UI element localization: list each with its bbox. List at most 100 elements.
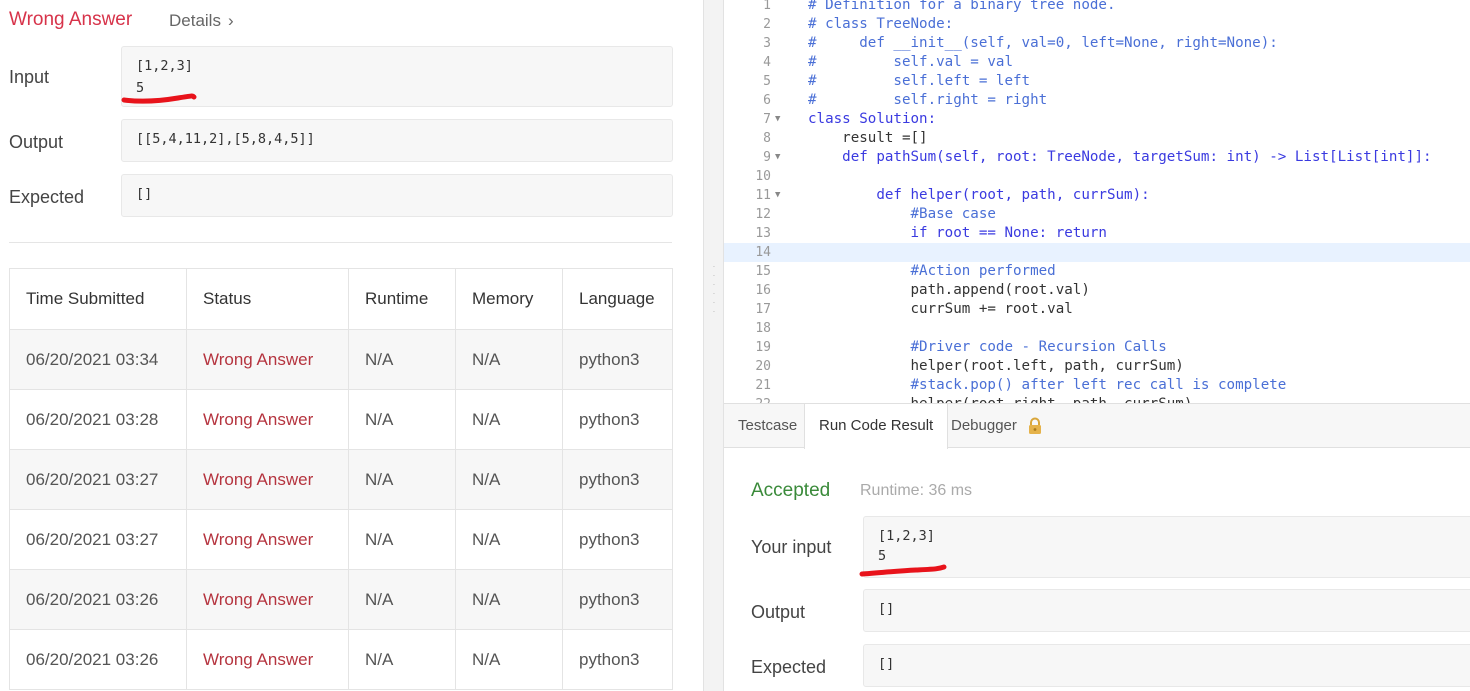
header-status[interactable]: Status [186,268,349,330]
lock-icon [1029,417,1042,435]
cell-time: 06/20/2021 03:27 [9,509,187,570]
line-number: 18 [755,321,771,336]
code-line[interactable]: 2 # class TreeNode: [724,15,1470,34]
header-time-submitted[interactable]: Time Submitted [9,268,187,330]
line-number: 17 [755,302,771,317]
header-language[interactable]: Language [562,268,673,330]
code-text: #stack.pop() after left rec call is comp… [808,377,1287,393]
code-line[interactable]: 10 [724,167,1470,186]
table-row[interactable]: 06/20/2021 03:27 Wrong Answer N/A N/A py… [9,449,673,510]
splitter-dots-icon[interactable]: · · · · · · [712,262,716,322]
code-line[interactable]: 11 ▼ def helper(root, path, currSum): [724,186,1470,205]
fold-toggle-icon[interactable]: ▼ [775,186,785,205]
code-text: #Driver code - Recursion Calls [808,339,1167,355]
tab-testcase[interactable]: Testcase [724,404,811,449]
your-input-label: Your input [751,537,832,557]
code-line[interactable]: 18 [724,319,1470,338]
code-line[interactable]: 13 if root == None: return [724,224,1470,243]
line-number: 4 [763,55,771,70]
cell-time: 06/20/2021 03:26 [9,629,187,690]
console-expected-value: [] [878,656,895,672]
table-row[interactable]: 06/20/2021 03:26 Wrong Answer N/A N/A py… [9,629,673,690]
cell-language: python3 [562,389,673,450]
console-panel: Testcase Run Code Result Debugger Accept… [724,403,1470,691]
table-row[interactable]: 06/20/2021 03:28 Wrong Answer N/A N/A py… [9,389,673,450]
code-line[interactable]: 5 # self.left = left [724,72,1470,91]
cell-language: python3 [562,569,673,630]
cell-time: 06/20/2021 03:28 [9,389,187,450]
cell-runtime: N/A [348,329,456,390]
line-number: 10 [755,169,771,184]
input-box: [1,2,3] 5 [121,46,673,107]
code-line[interactable]: 20 helper(root.left, path, currSum) [724,357,1470,376]
red-underline-annotation [859,564,947,577]
result-status-title: Wrong Answer [9,9,133,30]
cell-runtime: N/A [348,449,456,510]
line-number: 2 [763,17,771,32]
expected-box: [] [121,174,673,217]
tab-debugger-label: Debugger [951,417,1017,434]
code-line[interactable]: 21 #stack.pop() after left rec call is c… [724,376,1470,395]
cell-status-link[interactable]: Wrong Answer [186,449,349,510]
panel-splitter[interactable]: · · · · · · [703,0,724,691]
code-line[interactable]: 22 helper(root.right, path, currSum) [724,395,1470,403]
line-number: 14 [755,245,771,260]
cell-status-link[interactable]: Wrong Answer [186,329,349,390]
cell-status-link[interactable]: Wrong Answer [186,629,349,690]
line-number: 15 [755,264,771,279]
tab-run-code-result[interactable]: Run Code Result [804,404,949,449]
run-status: Accepted [751,480,831,501]
code-line[interactable]: 4 # self.val = val [724,53,1470,72]
code-text: result =[] [808,130,928,146]
code-line[interactable]: 1 # Definition for a binary tree node. [724,0,1470,15]
fold-toggle-icon[interactable]: ▼ [775,110,785,129]
code-text: # def __init__(self, val=0, left=None, r… [808,35,1278,51]
cell-time: 06/20/2021 03:26 [9,569,187,630]
code-text: if root == None: return [808,225,1107,241]
code-line[interactable]: 12 #Base case [724,205,1470,224]
code-line[interactable]: 19 #Driver code - Recursion Calls [724,338,1470,357]
code-text: # self.left = left [808,73,1031,89]
line-number: 21 [755,378,771,393]
code-line[interactable]: 17 currSum += root.val [724,300,1470,319]
code-editor[interactable]: 1 # Definition for a binary tree node. 2 # … [724,0,1470,403]
fold-toggle-icon[interactable]: ▼ [775,148,785,167]
code-text: # self.val = val [808,54,1013,70]
code-line[interactable]: 8 result =[] [724,129,1470,148]
code-line[interactable]: 7 ▼ class Solution: [724,110,1470,129]
code-line[interactable]: 9 ▼ def pathSum(self, root: TreeNode, tar… [724,148,1470,167]
code-text: helper(root.right, path, currSum) [808,395,1192,403]
table-row[interactable]: 06/20/2021 03:26 Wrong Answer N/A N/A py… [9,569,673,630]
header-runtime[interactable]: Runtime [348,268,456,330]
cell-memory: N/A [455,449,563,510]
input-line: 5 [136,80,145,96]
line-number: 6 [763,93,771,108]
console-expected-box: [] [863,644,1470,687]
red-underline-annotation [121,93,197,104]
code-line[interactable]: 16 path.append(root.val) [724,281,1470,300]
code-line[interactable]: 3 # def __init__(self, val=0, left=None, … [724,34,1470,53]
line-number: 22 [724,395,771,403]
chevron-right-icon[interactable]: › [228,11,234,31]
header-memory[interactable]: Memory [455,268,563,330]
table-row[interactable]: 06/20/2021 03:27 Wrong Answer N/A N/A py… [9,509,673,570]
output-label: Output [9,132,64,152]
code-line[interactable]: 6 # self.right = right [724,91,1470,110]
console-output-value: [] [878,601,895,617]
cell-memory: N/A [455,329,563,390]
cell-status-link[interactable]: Wrong Answer [186,569,349,630]
cell-language: python3 [562,509,673,570]
table-row[interactable]: 06/20/2021 03:34 Wrong Answer N/A N/A py… [9,329,673,390]
console-output-label: Output [751,602,806,622]
cell-memory: N/A [455,629,563,690]
cell-memory: N/A [455,569,563,630]
cell-status-link[interactable]: Wrong Answer [186,509,349,570]
code-line[interactable]: 14 [724,243,1470,262]
details-link[interactable]: Details [169,11,221,31]
cell-memory: N/A [455,509,563,570]
code-line[interactable]: 15 #Action performed [724,262,1470,281]
cell-status-link[interactable]: Wrong Answer [186,389,349,450]
run-runtime: Runtime: 36 ms [860,482,973,499]
tab-debugger[interactable]: Debugger [937,404,1057,449]
line-number: 19 [755,340,771,355]
